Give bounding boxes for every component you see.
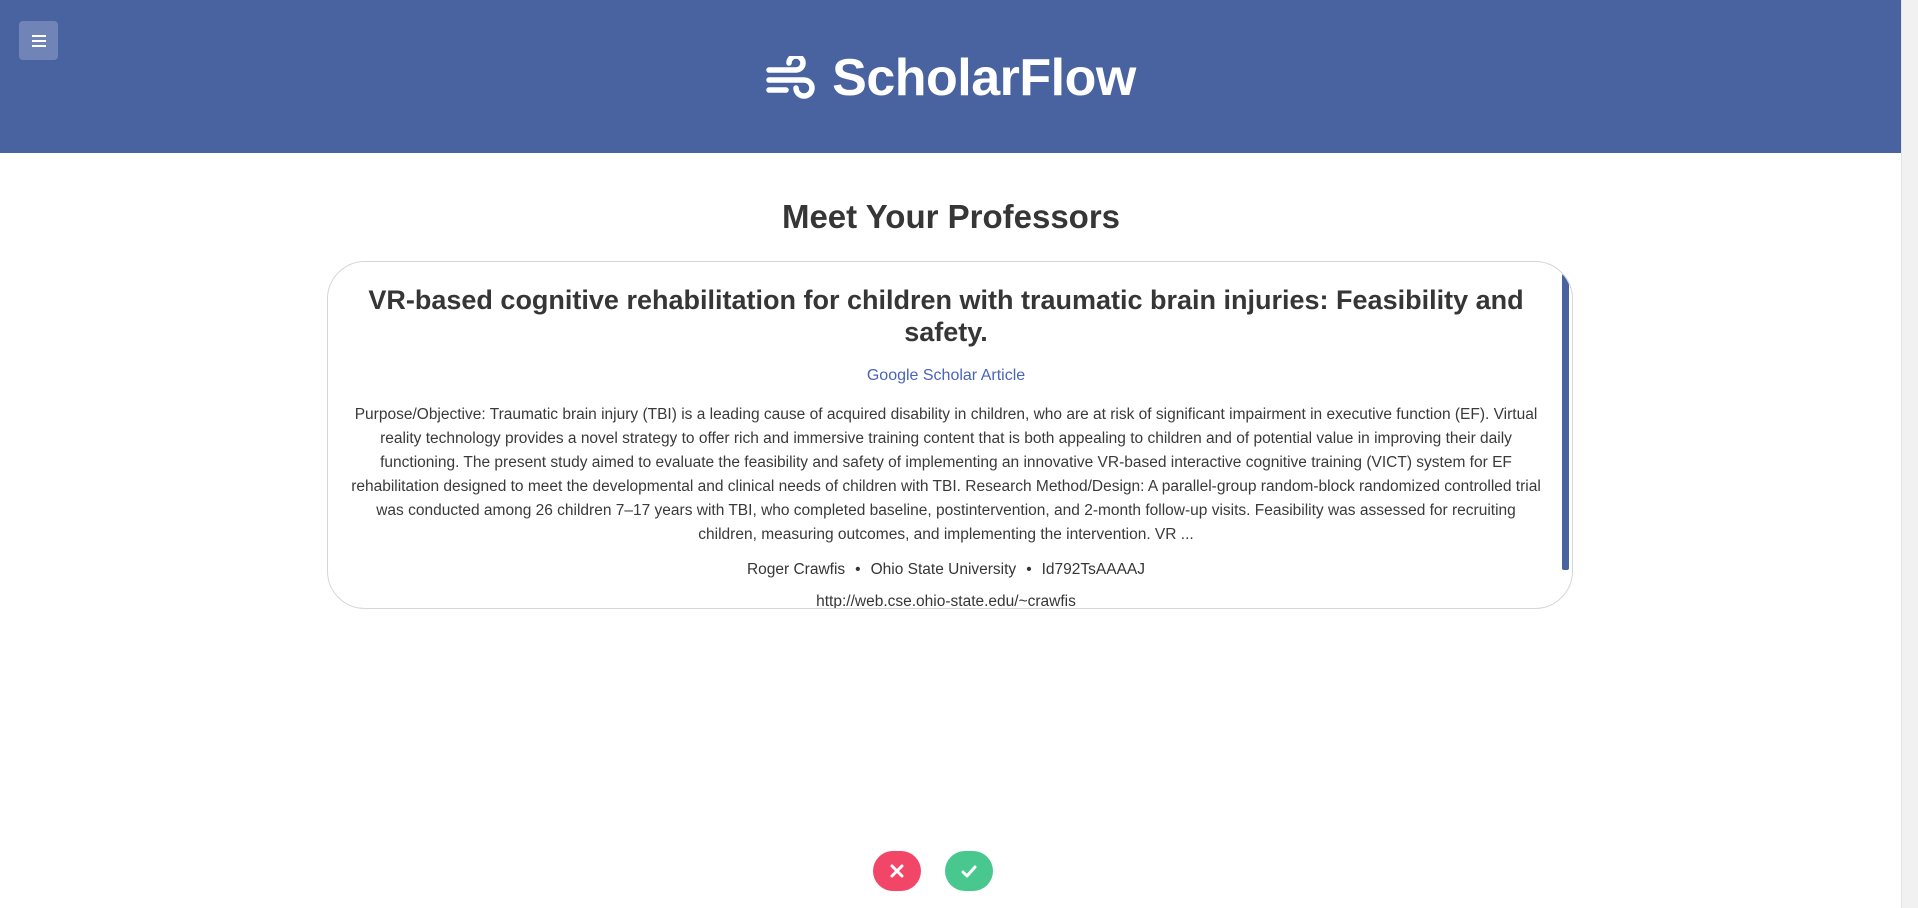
professor-meta: Roger Crawfis • Ohio State University • Id79… (348, 561, 1544, 579)
professor-card[interactable]: VR-based cognitive rehabilitation for ch… (327, 261, 1573, 609)
meta-separator: • (855, 561, 861, 578)
close-icon (890, 864, 904, 878)
accept-button[interactable] (945, 851, 993, 891)
professor-url[interactable]: http://web.cse.ohio-state.edu/~crawfis (348, 593, 1544, 608)
hamburger-menu-icon (31, 34, 46, 47)
swipe-actions (0, 851, 1902, 891)
scrollbar-thumb[interactable] (1562, 274, 1569, 570)
google-scholar-link[interactable]: Google Scholar Article (867, 367, 1025, 385)
scroll-up-arrow-icon[interactable] (1563, 266, 1569, 270)
brand[interactable]: ScholarFlow (0, 46, 1902, 110)
card-scrollbar[interactable] (1561, 262, 1570, 608)
page-title: Meet Your Professors (781, 198, 1121, 235)
reject-button[interactable] (873, 851, 921, 891)
scroll-down-arrow-icon[interactable] (1563, 600, 1569, 604)
wind-icon (766, 56, 815, 99)
scholar-id: Id792TsAAAAJ (1041, 561, 1146, 578)
university-name: Ohio State University (870, 561, 1017, 578)
page-scrollbar[interactable] (1901, 0, 1918, 908)
professor-name: Roger Crawfis (746, 561, 846, 578)
card-content: VR-based cognitive rehabilitation for ch… (348, 262, 1544, 608)
checkmark-icon (961, 865, 977, 877)
header-bar: ScholarFlow (0, 0, 1902, 153)
meta-separator: • (1026, 561, 1032, 578)
article-title: VR-based cognitive rehabilitation for ch… (368, 285, 1524, 347)
page: ScholarFlow Meet Your Professors VR-base… (0, 0, 1918, 908)
article-abstract: Purpose/Objective: Traumatic brain injur… (351, 406, 1541, 543)
app-title: ScholarFlow (832, 49, 1136, 107)
